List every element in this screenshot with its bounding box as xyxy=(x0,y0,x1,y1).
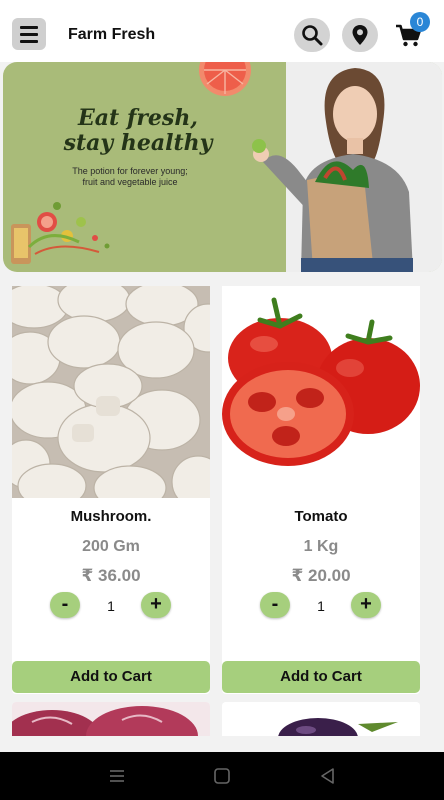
system-navigation-bar xyxy=(0,752,444,800)
product-card-eggplant-partial[interactable] xyxy=(222,702,420,736)
tomato-image xyxy=(222,286,420,498)
search-button[interactable] xyxy=(294,18,330,52)
quantity-value: 1 xyxy=(107,598,115,614)
quantity-stepper: - 1 + xyxy=(50,592,172,620)
product-name: Tomato xyxy=(294,508,348,525)
woman-with-grocery-bag-image xyxy=(252,62,442,272)
banner-headline: Eat fresh, stay healthy xyxy=(63,105,213,156)
product-card-onion-partial[interactable] xyxy=(12,702,210,736)
add-to-cart-button[interactable]: Add to Cart xyxy=(12,661,210,693)
location-button[interactable] xyxy=(342,18,378,52)
app-header: Farm Fresh 0 xyxy=(0,0,444,62)
promo-banner[interactable]: Eat fresh, stay healthy The potion for f… xyxy=(3,62,442,272)
product-price: ₹ 36.00 xyxy=(81,566,141,585)
search-icon xyxy=(302,25,323,46)
increase-quantity-button[interactable]: + xyxy=(351,592,381,618)
location-pin-icon xyxy=(352,25,368,45)
mushroom-image xyxy=(12,286,210,498)
product-card-tomato[interactable]: Tomato 1 Kg ₹ 20.00 - 1 + Add to Cart xyxy=(222,286,420,694)
decrease-quantity-button[interactable]: - xyxy=(260,592,290,618)
product-card-mushroom[interactable]: Mushroom. 200 Gm ₹ 36.00 - 1 + Add to Ca… xyxy=(12,286,210,694)
product-price: ₹ 20.00 xyxy=(291,566,351,585)
banner-subtitle: The potion for forever young; fruit and … xyxy=(72,166,188,187)
product-quantity: 200 Gm xyxy=(82,538,140,555)
quantity-stepper: - 1 + xyxy=(260,592,382,620)
increase-quantity-button[interactable]: + xyxy=(141,592,171,618)
cart-count-badge: 0 xyxy=(410,12,430,32)
home-icon[interactable] xyxy=(212,766,232,786)
quantity-value: 1 xyxy=(317,598,325,614)
decrease-quantity-button[interactable]: - xyxy=(50,592,80,618)
product-name: Mushroom. xyxy=(70,508,152,525)
add-to-cart-button[interactable]: Add to Cart xyxy=(222,661,420,693)
hamburger-menu-icon[interactable] xyxy=(12,18,46,50)
recents-icon[interactable] xyxy=(107,766,127,786)
app-title: Farm Fresh xyxy=(68,26,156,43)
product-quantity: 1 Kg xyxy=(303,538,339,555)
eggplant-image xyxy=(222,702,420,736)
onion-image xyxy=(12,702,210,736)
vegetable-splash-illustration xyxy=(11,202,110,264)
back-icon[interactable] xyxy=(318,766,338,786)
